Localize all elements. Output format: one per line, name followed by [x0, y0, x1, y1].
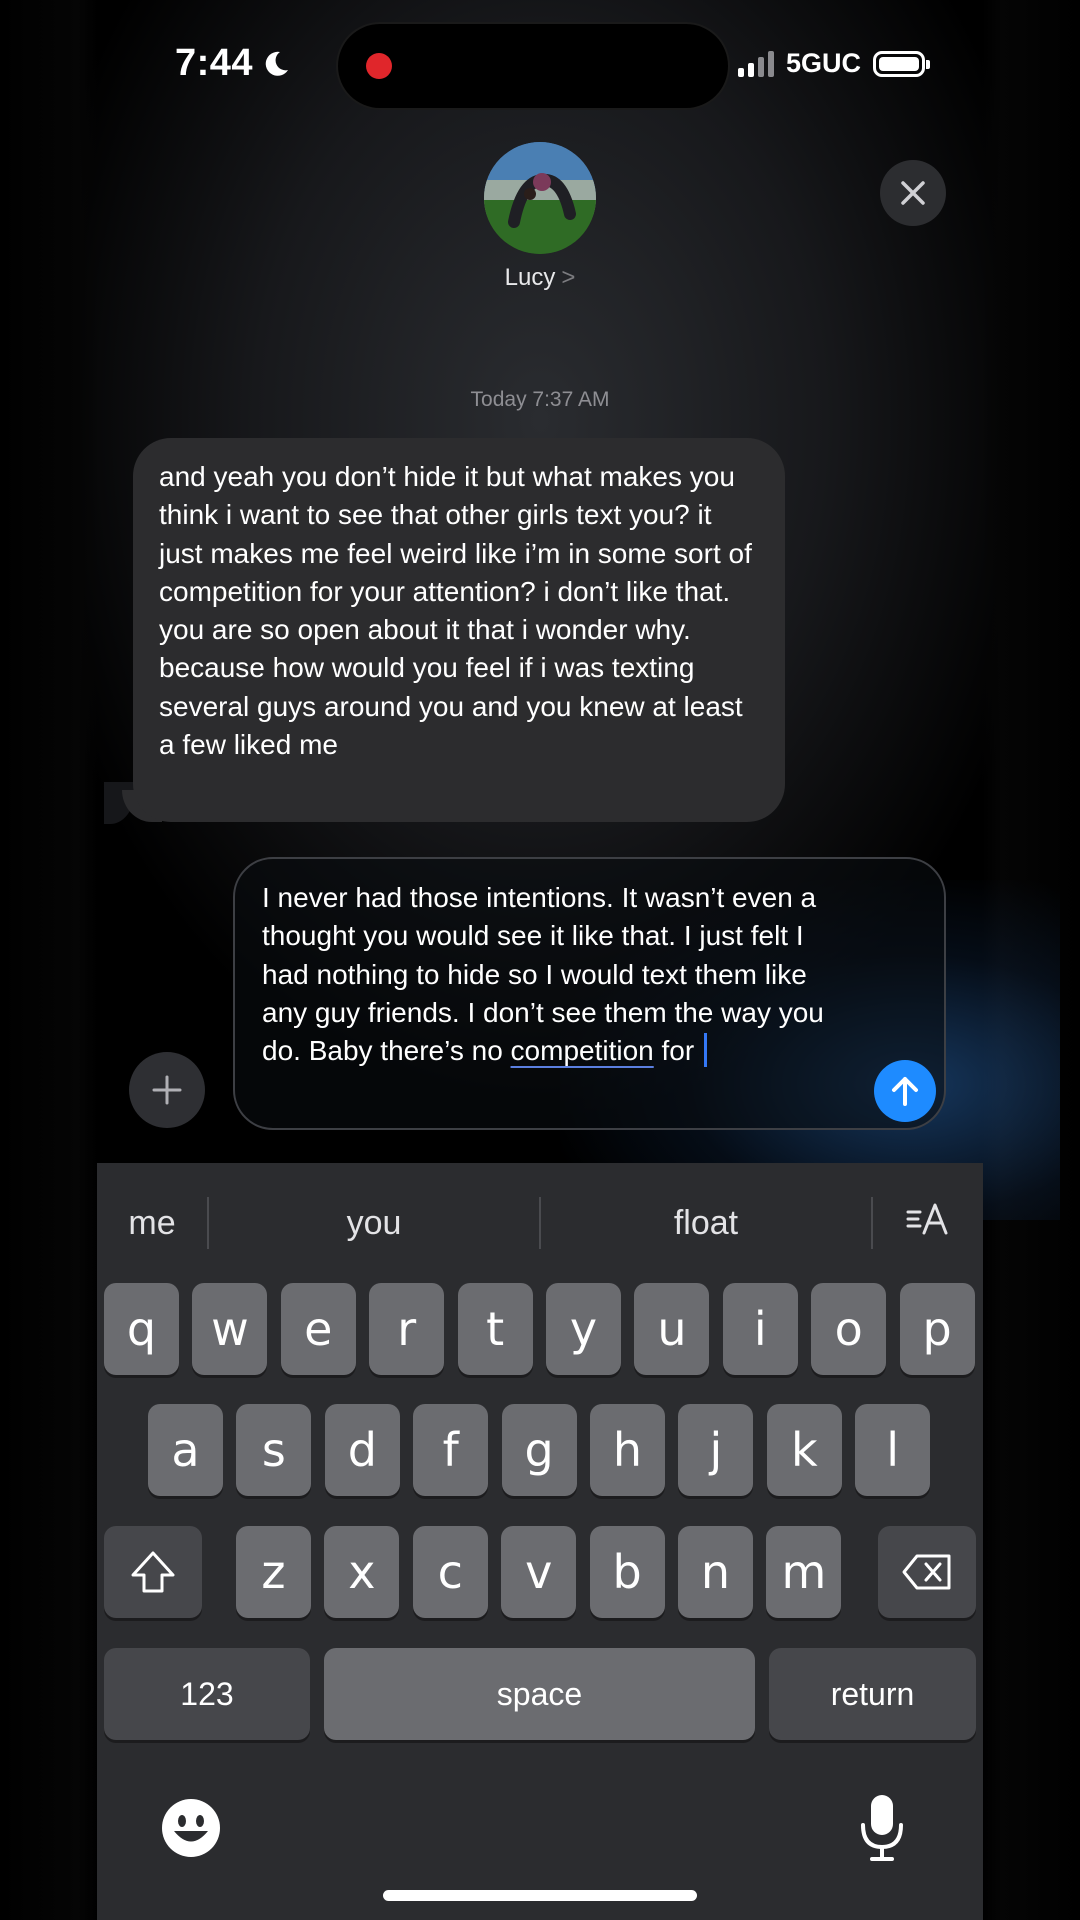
arrow-up-icon [892, 1077, 918, 1106]
key-i[interactable]: i [722, 1283, 798, 1375]
moon-icon [265, 51, 289, 76]
key-y[interactable]: y [546, 1283, 621, 1375]
key-g[interactable]: g [501, 1404, 577, 1496]
key-c[interactable]: c [412, 1526, 488, 1618]
status-indicators: 5GUC [737, 48, 930, 79]
key-s[interactable]: s [236, 1404, 312, 1496]
numbers-key[interactable]: 123 [104, 1648, 310, 1740]
delete-key[interactable] [878, 1526, 976, 1618]
contact-name-button[interactable]: Lucy > [0, 264, 1080, 292]
home-indicator [383, 1890, 697, 1901]
suggestion-1[interactable]: me [97, 1204, 207, 1243]
key-b[interactable]: b [589, 1526, 665, 1618]
keyboard: me you float qwertyuiop asdfghjkl zxcvbnm [97, 1163, 983, 1920]
key-j[interactable]: j [678, 1404, 754, 1496]
send-button[interactable] [874, 1060, 936, 1122]
add-attachment-button[interactable] [129, 1052, 205, 1128]
messages-screen: 7:44 5GUC Lucy > Today 7:37 AM and yeah … [0, 0, 1080, 1920]
battery-icon [873, 50, 930, 77]
shift-key[interactable] [104, 1526, 202, 1618]
key-r[interactable]: r [369, 1283, 445, 1375]
message-timestamp: Today 7:37 AM [470, 388, 610, 411]
text-format-icon [906, 1203, 948, 1234]
key-q[interactable]: q [104, 1283, 179, 1375]
key-u[interactable]: u [634, 1283, 710, 1375]
recording-indicator-icon [366, 53, 392, 79]
key-p[interactable]: p [899, 1283, 975, 1375]
close-button[interactable] [880, 160, 946, 226]
key-k[interactable]: k [766, 1404, 842, 1496]
key-e[interactable]: e [280, 1283, 356, 1375]
shift-icon [131, 1551, 175, 1593]
predictive-bar: me you float [97, 1163, 983, 1283]
status-time: 7:44 [175, 42, 291, 85]
contact-avatar[interactable] [484, 142, 596, 254]
key-f[interactable]: f [413, 1404, 489, 1496]
key-x[interactable]: x [324, 1526, 400, 1618]
plus-icon [152, 1075, 182, 1105]
key-a[interactable]: a [148, 1404, 223, 1496]
close-icon [901, 181, 925, 205]
autocorrect-underlined-word[interactable]: competition [511, 1035, 654, 1066]
key-l[interactable]: l [855, 1404, 931, 1496]
suggestion-2[interactable]: you [209, 1204, 539, 1243]
network-type: 5GUC [785, 48, 861, 78]
avatar-photo-icon [484, 142, 596, 254]
key-d[interactable]: d [324, 1404, 400, 1496]
text-cursor [703, 1033, 707, 1068]
message-input-text-end: for [653, 1035, 702, 1067]
emoji-icon[interactable] [161, 1798, 221, 1858]
message-input[interactable]: I never had those intentions. It wasn’t … [233, 857, 946, 1130]
microphone-icon[interactable] [857, 1793, 907, 1863]
status-time-text: 7:44 [175, 42, 254, 84]
key-z[interactable]: z [236, 1526, 311, 1618]
writing-tools-button[interactable] [873, 1199, 983, 1248]
key-h[interactable]: h [590, 1404, 665, 1496]
received-message-text: and yeah you don’t hide it but what make… [159, 461, 752, 761]
key-n[interactable]: n [678, 1526, 753, 1618]
key-t[interactable]: t [457, 1283, 533, 1375]
suggestion-3[interactable]: float [541, 1204, 871, 1243]
key-m[interactable]: m [766, 1526, 842, 1618]
chevron-right-icon: > [561, 264, 576, 291]
space-key[interactable]: space [324, 1648, 755, 1740]
cellular-signal-icon [737, 50, 774, 77]
return-key[interactable]: return [769, 1648, 976, 1740]
key-o[interactable]: o [811, 1283, 887, 1375]
received-message-bubble[interactable]: and yeah you don’t hide it but what make… [133, 438, 785, 822]
backspace-icon [902, 1554, 951, 1590]
contact-name-text: Lucy [504, 264, 556, 291]
key-v[interactable]: v [501, 1526, 577, 1618]
key-w[interactable]: w [192, 1283, 268, 1375]
dynamic-island [338, 24, 728, 108]
